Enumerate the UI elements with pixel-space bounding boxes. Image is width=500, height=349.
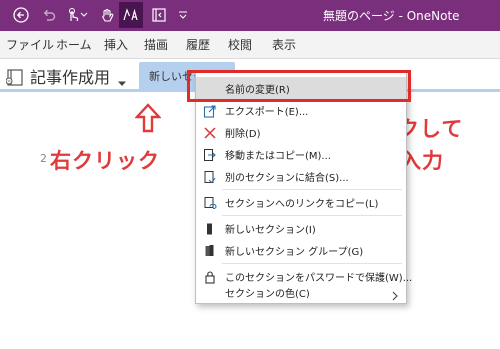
quick-access-dropdown-icon[interactable] <box>174 6 192 24</box>
delete-x-icon <box>203 125 217 139</box>
new-section-group-icon <box>203 243 217 257</box>
menu-item-merge[interactable]: 別のセクションに結合(S)... <box>196 165 406 187</box>
annotation-right-click: 右クリック <box>50 149 160 173</box>
lasso-select-icon[interactable] <box>122 6 140 24</box>
ribbon-tabs: ファイル ホーム 挿入 描画 履歴 校閲 表示 <box>0 31 500 59</box>
menu-item-copy-link[interactable]: セクションへのリンクをコピー(L) <box>196 191 406 213</box>
tab-file[interactable]: ファイル <box>6 36 54 53</box>
context-menu: 名前の変更(R) エクスポート(E)... 削除(D) 移動またはコピー(M).… <box>195 72 412 304</box>
undo-icon[interactable] <box>40 6 58 24</box>
menu-separator <box>222 189 402 190</box>
touch-mode-dropdown-icon[interactable] <box>78 6 90 24</box>
menu-item-new-section-group[interactable]: 新しいセクション グループ(G) <box>196 239 406 261</box>
menu-separator <box>222 215 402 216</box>
merge-section-icon <box>203 169 217 184</box>
menu-item-label: 新しいセクション グループ(G) <box>225 247 364 258</box>
menu-item-label: 新しいセクション(I) <box>225 225 316 236</box>
window-title: 無題のページ - OneNote <box>323 9 460 23</box>
export-icon <box>203 103 217 118</box>
menu-item-label: セクションの色(C) <box>225 289 310 300</box>
menu-item-new-section[interactable]: 新しいセクション(I) <box>196 217 406 239</box>
tab-view[interactable]: 表示 <box>272 36 296 53</box>
new-section-icon <box>203 221 217 235</box>
tab-home[interactable]: ホーム <box>56 36 92 53</box>
pan-hand-icon[interactable] <box>98 6 116 24</box>
notebook-icon[interactable] <box>5 67 26 91</box>
copy-link-icon <box>203 195 217 210</box>
title-bar: 無題のページ - OneNote <box>0 0 500 31</box>
annotation-arrow-up <box>134 103 162 137</box>
back-icon[interactable] <box>12 6 30 24</box>
menu-item-label: 移動またはコピー(M)... <box>225 151 331 162</box>
chevron-right-icon <box>392 286 398 305</box>
notebook-name[interactable]: 記事作成用 <box>30 64 110 88</box>
menu-item-label: セクションへのリンクをコピー(L) <box>225 199 379 210</box>
menu-item-label: 別のセクションに結合(S)... <box>225 173 349 184</box>
menu-item-export[interactable]: エクスポート(E)... <box>196 99 406 121</box>
menu-item-delete[interactable]: 削除(D) <box>196 121 406 143</box>
full-page-view-icon[interactable] <box>150 6 168 24</box>
tab-history[interactable]: 履歴 <box>186 36 210 53</box>
tab-draw[interactable]: 描画 <box>144 36 168 53</box>
menu-item-label: エクスポート(E)... <box>225 107 309 118</box>
menu-item-section-color[interactable]: セクションの色(C) <box>196 281 406 303</box>
menu-item-label: 削除(D) <box>225 129 261 140</box>
menu-item-move-copy[interactable]: 移動またはコピー(M)... <box>196 143 406 165</box>
menu-separator <box>222 263 402 264</box>
tab-insert[interactable]: 挿入 <box>104 36 128 53</box>
page-date: 2 <box>40 152 47 165</box>
highlight-frame <box>187 70 411 102</box>
tab-review[interactable]: 校閲 <box>228 36 252 53</box>
move-copy-icon <box>203 147 217 161</box>
